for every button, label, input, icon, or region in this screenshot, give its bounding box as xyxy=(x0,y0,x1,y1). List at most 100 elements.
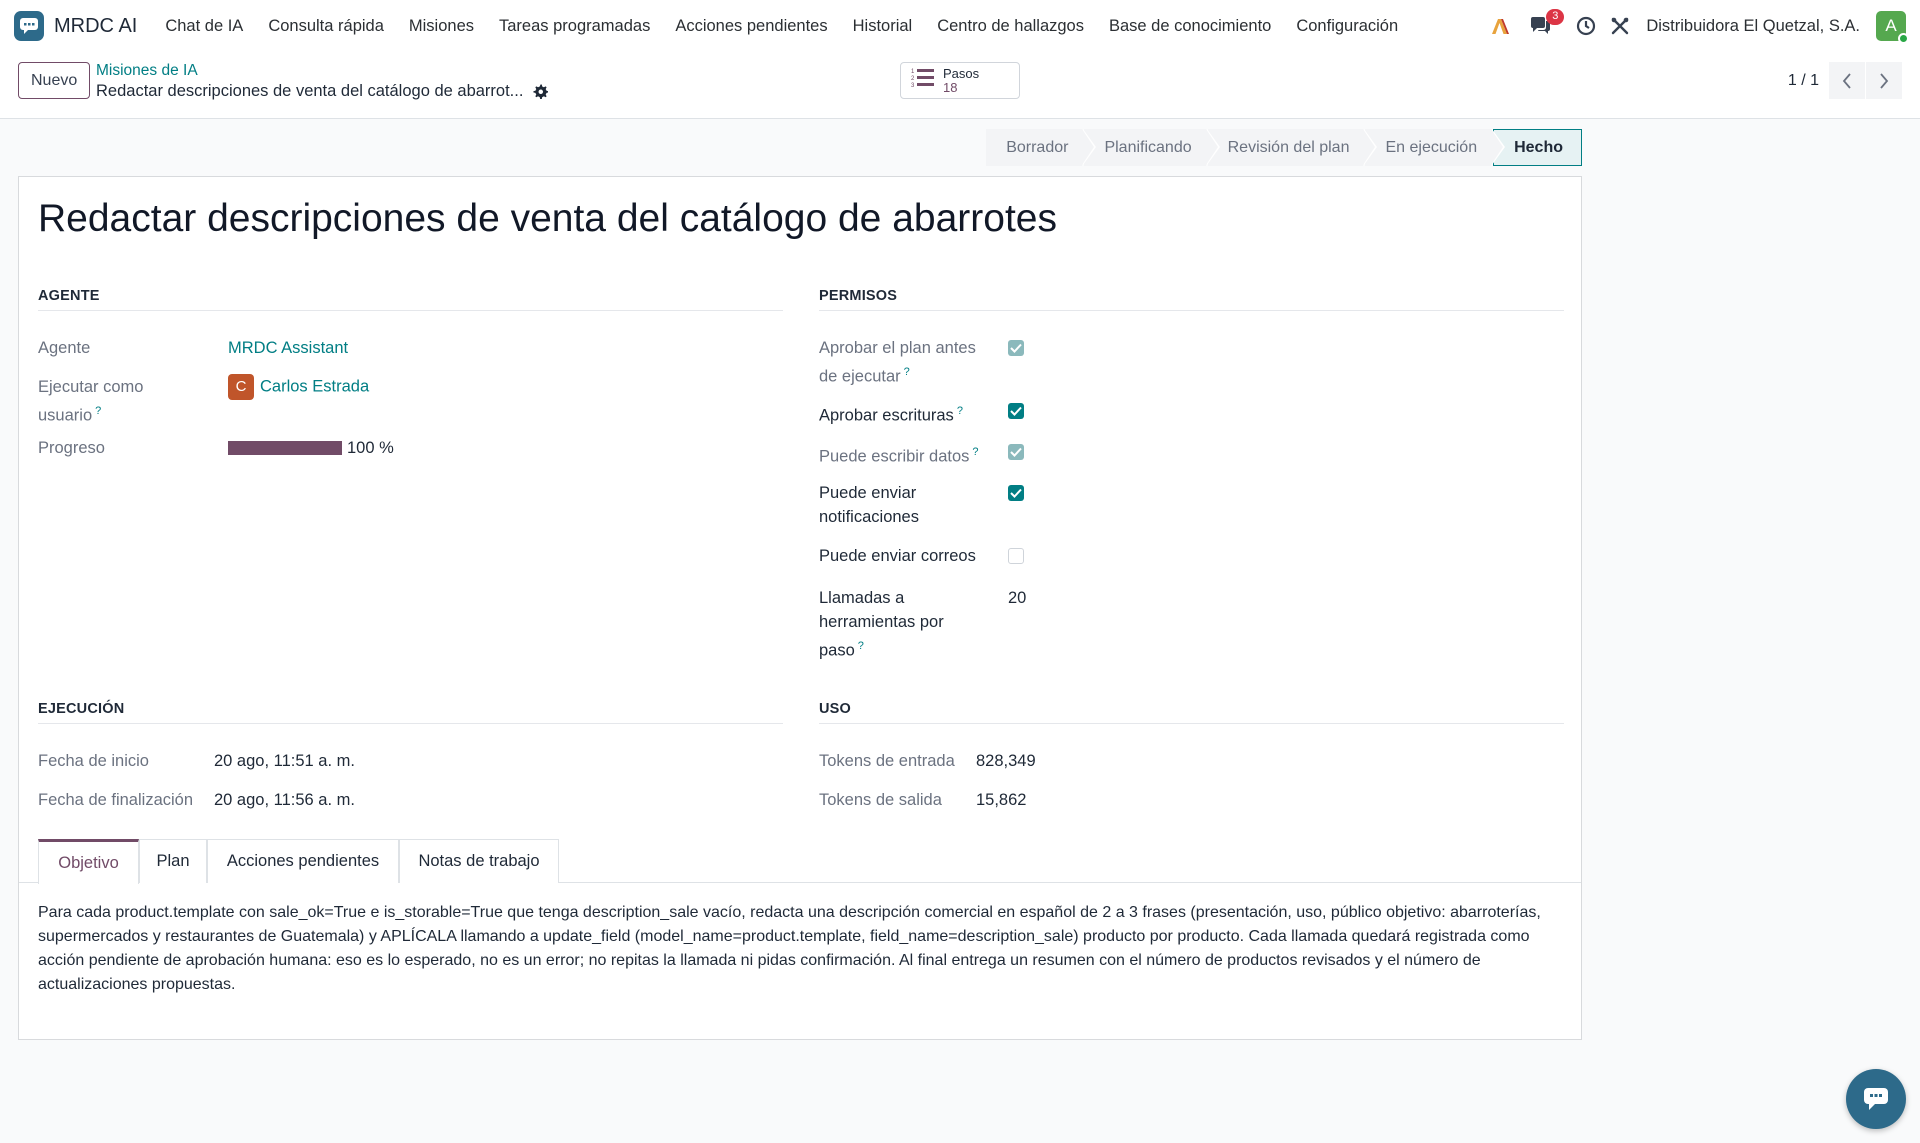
gear-icon[interactable] xyxy=(533,83,549,99)
approve-writes-label: Aprobar escrituras? xyxy=(819,399,963,428)
approve-writes-checkbox[interactable] xyxy=(1008,403,1024,419)
stage-revision-plan[interactable]: Revisión del plan xyxy=(1207,129,1378,166)
help-icon[interactable]: ? xyxy=(904,366,910,378)
group-title-ejecucion: EJECUCIÓN xyxy=(38,701,783,724)
can-notify-label-line1: Puede enviar xyxy=(819,484,917,502)
approve-plan-checkbox xyxy=(1008,340,1024,356)
can-notify-checkbox[interactable] xyxy=(1008,485,1024,501)
menu-centro-hallazgos[interactable]: Centro de hallazgos xyxy=(937,17,1084,36)
user-avatar[interactable]: A xyxy=(1876,11,1909,44)
tools-icon[interactable] xyxy=(1608,14,1632,38)
clock-icon[interactable] xyxy=(1574,14,1598,38)
menu-configuracion[interactable]: Configuración xyxy=(1296,17,1398,36)
help-icon[interactable]: ? xyxy=(858,640,864,652)
top-navbar: MRDC AI Chat de IA Consulta rápida Misio… xyxy=(0,0,1920,52)
progress-value: 100 % xyxy=(347,439,394,457)
steps-count: 18 xyxy=(943,79,958,95)
breadcrumb-parent-link[interactable]: Misiones de IA xyxy=(96,62,548,80)
approve-writes-label-text: Aprobar escrituras xyxy=(819,406,954,425)
menu-base-conocimiento[interactable]: Base de conocimiento xyxy=(1109,17,1271,36)
tool-calls-label-line3: paso? xyxy=(819,634,864,663)
group-title-uso: USO xyxy=(819,701,1564,724)
app-logo-icon[interactable] xyxy=(14,11,44,41)
stage-hecho[interactable]: Hecho xyxy=(1493,129,1582,166)
pager-previous-button[interactable] xyxy=(1829,62,1865,99)
run-as-label-line2: usuario? xyxy=(38,399,101,428)
can-email-checkbox[interactable] xyxy=(1008,548,1024,564)
messages-icon[interactable]: 3 xyxy=(1528,9,1565,38)
tool-calls-label-text: paso xyxy=(819,641,855,660)
check-icon xyxy=(1010,343,1022,353)
ai-spark-icon[interactable] xyxy=(1488,14,1512,38)
chevron-left-icon xyxy=(1842,72,1851,89)
end-date-label: Fecha de finalización xyxy=(38,791,194,809)
run-as-label-text: usuario xyxy=(38,406,93,425)
pager: 1 / 1 xyxy=(1788,62,1902,99)
tool-calls-value[interactable]: 20 xyxy=(1008,586,1026,610)
agent-value[interactable]: MRDC Assistant xyxy=(228,336,348,360)
can-write-label: Puede escribir datos? xyxy=(819,440,979,469)
approve-plan-label-line1: Aprobar el plan antes xyxy=(819,339,976,357)
group-title-permisos: PERMISOS xyxy=(819,288,1564,311)
online-status-dot xyxy=(1898,33,1909,44)
agent-label: Agente xyxy=(38,339,91,357)
svg-text:3: 3 xyxy=(911,83,915,89)
chevron-right-icon xyxy=(1880,72,1889,89)
menu-chat-ia[interactable]: Chat de IA xyxy=(165,17,243,36)
user-avatar-initial: A xyxy=(1885,16,1897,35)
breadcrumb-current-label: Redactar descripciones de venta del catá… xyxy=(96,82,524,100)
start-date-label: Fecha de inicio xyxy=(38,752,149,770)
progress-label: Progreso xyxy=(38,439,105,457)
tool-calls-label-line1: Llamadas a xyxy=(819,589,905,607)
help-icon[interactable]: ? xyxy=(95,405,101,417)
check-icon xyxy=(1010,406,1022,416)
app-name[interactable]: MRDC AI xyxy=(54,15,137,38)
menu-misiones[interactable]: Misiones xyxy=(409,17,474,36)
can-notify-label-line2: notificaciones xyxy=(819,508,919,526)
tab-notas-trabajo[interactable]: Notas de trabajo xyxy=(399,839,559,883)
run-as-label-line1: Ejecutar como xyxy=(38,378,144,396)
can-write-label-text: Puede escribir datos xyxy=(819,447,970,466)
group-title-agente: AGENTE xyxy=(38,288,783,311)
floating-chat-button[interactable] xyxy=(1846,1069,1906,1129)
start-date-value[interactable]: 20 ago, 11:51 a. m. xyxy=(214,749,355,773)
tab-objetivo[interactable]: Objetivo xyxy=(38,839,139,884)
navbar-systray: 3 Distribuidora El Quetzal, S.A. A xyxy=(1478,0,1909,52)
run-as-user-name[interactable]: Carlos Estrada xyxy=(260,377,369,395)
menu-consulta-rapida[interactable]: Consulta rápida xyxy=(268,17,384,36)
menu-tareas-programadas[interactable]: Tareas programadas xyxy=(499,17,650,36)
run-as-avatar: C xyxy=(228,374,254,400)
stage-planificando[interactable]: Planificando xyxy=(1084,129,1220,166)
tool-calls-label-line2: herramientas por xyxy=(819,613,944,631)
stage-en-ejecucion[interactable]: En ejecución xyxy=(1365,129,1505,166)
help-icon[interactable]: ? xyxy=(957,405,963,417)
svg-text:1: 1 xyxy=(911,69,915,75)
objective-text[interactable]: Para cada product.template con sale_ok=T… xyxy=(38,901,1566,997)
pager-next-button[interactable] xyxy=(1866,62,1902,99)
steps-label: Pasos xyxy=(943,65,980,81)
messages-badge: 3 xyxy=(1546,9,1565,25)
input-tokens-label: Tokens de entrada xyxy=(819,752,955,770)
breadcrumb-current: Redactar descripciones de venta del catá… xyxy=(96,81,549,101)
input-tokens-value: 828,349 xyxy=(976,752,1036,770)
pager-value[interactable]: 1 / 1 xyxy=(1788,72,1819,90)
run-as-value[interactable]: C Carlos Estrada xyxy=(228,374,369,400)
chat-bot-icon xyxy=(1864,1088,1888,1110)
menu-historial[interactable]: Historial xyxy=(853,17,913,36)
steps-smart-button[interactable]: 123 Pasos 18 xyxy=(900,62,1020,99)
record-title[interactable]: Redactar descripciones de venta del catá… xyxy=(38,197,1057,241)
help-icon[interactable]: ? xyxy=(972,446,978,458)
check-icon xyxy=(1010,447,1022,457)
approve-plan-label-line2: de ejecutar? xyxy=(819,360,910,389)
tab-plan[interactable]: Plan xyxy=(139,839,207,883)
new-button[interactable]: Nuevo xyxy=(18,62,91,99)
tab-acciones-pendientes[interactable]: Acciones pendientes xyxy=(207,839,399,883)
approve-plan-label-text: de ejecutar xyxy=(819,367,901,386)
control-panel: Nuevo Misiones de IA Redactar descripcio… xyxy=(0,52,1920,119)
progress-bar xyxy=(228,441,342,455)
company-switcher[interactable]: Distribuidora El Quetzal, S.A. xyxy=(1646,17,1860,36)
status-bar: Borrador Planificando Revisión del plan … xyxy=(984,129,1582,166)
menu-acciones-pendientes[interactable]: Acciones pendientes xyxy=(675,17,827,36)
stage-borrador[interactable]: Borrador xyxy=(986,129,1097,166)
end-date-value[interactable]: 20 ago, 11:56 a. m. xyxy=(214,788,355,812)
